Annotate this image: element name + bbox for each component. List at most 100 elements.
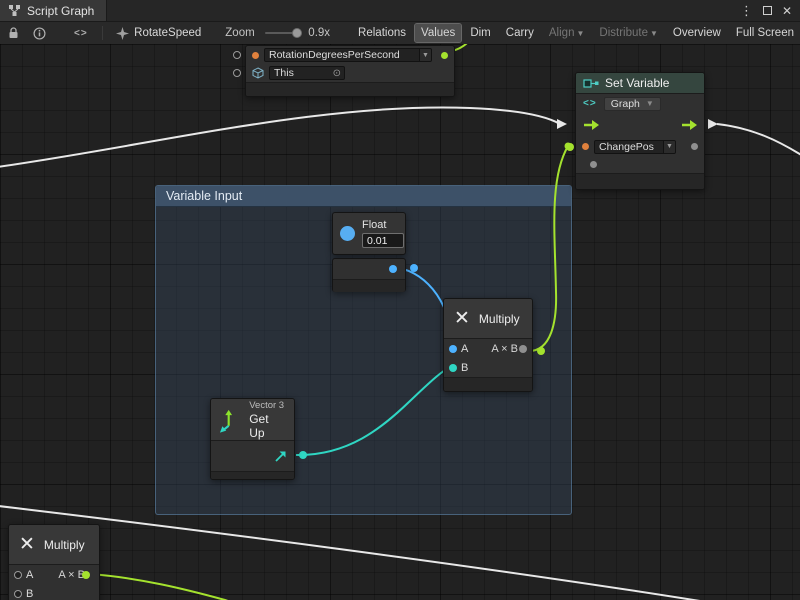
flow-in-arrow-icon[interactable] (583, 119, 599, 131)
float-value-input[interactable]: 0.01 (362, 233, 404, 248)
input-port-a[interactable] (449, 345, 457, 353)
tab-title: Script Graph (27, 4, 94, 18)
node-footer (246, 82, 454, 96)
port-b-label: B (26, 588, 33, 600)
zoom-slider[interactable] (265, 32, 301, 34)
target-object-field[interactable]: This ⊙ (269, 66, 345, 80)
group-header[interactable]: Variable Input (156, 186, 571, 207)
input-port[interactable] (590, 161, 597, 168)
node-row-extra-port (576, 156, 704, 173)
node-row-target: This ⊙ (246, 64, 454, 82)
input-port[interactable] (233, 51, 241, 59)
float-node-title: Float (362, 219, 386, 231)
toolbar-button-carry[interactable]: Carry (500, 24, 540, 42)
multiply-icon: ✕ (19, 535, 35, 554)
input-port-b[interactable] (449, 364, 457, 372)
flow-out-arrow-icon[interactable] (681, 119, 697, 131)
float-port-row (333, 259, 405, 279)
set-variable-header[interactable]: Set Variable (576, 73, 704, 94)
node-footer (444, 377, 532, 391)
node-row-b: B (9, 584, 99, 600)
scope-dropdown[interactable]: Graph ▼ (604, 97, 661, 111)
float-type-icon (340, 226, 355, 241)
dropdown-caret-icon: ▼ (663, 141, 675, 153)
multiply-header[interactable]: ✕ Multiply (9, 525, 99, 565)
multiply-title: Multiply (479, 312, 520, 326)
port-a-label: A (461, 343, 468, 355)
multiply-node-bottom[interactable]: ✕ Multiply A A × B B (8, 524, 100, 600)
tab-script-graph[interactable]: Script Graph (0, 0, 107, 21)
multiply-title: Multiply (44, 538, 85, 552)
vector3-output-icon[interactable] (274, 450, 287, 463)
graph-toolbar: <> RotateSpeed Zoom 0.9x Relations Value… (0, 22, 800, 45)
flow-wire-bottom (0, 505, 755, 600)
toolbar-button-values[interactable]: Values (415, 24, 461, 42)
get-up-type-label: Vector 3 (249, 400, 286, 411)
toolbar-button-fullscreen[interactable]: Full Screen (730, 24, 800, 42)
variable-dropdown[interactable]: ChangePos ▼ (594, 140, 676, 154)
titlebar-spacer (107, 0, 740, 21)
node-footer (576, 173, 704, 189)
get-up-node[interactable]: Vector 3 Get Up (210, 398, 295, 480)
window-menu-icon[interactable]: ⋮ (740, 4, 753, 17)
zoom-slider-handle[interactable] (292, 28, 302, 38)
graph-scope-icon: <> (583, 98, 597, 109)
float-node[interactable]: Float 0.01 (332, 212, 406, 255)
flow-wire-arrowhead (708, 119, 718, 129)
toolbar-button-align[interactable]: Align▼ (543, 24, 591, 42)
input-port-b[interactable] (14, 590, 22, 598)
vector3-axes-icon (219, 407, 242, 433)
variable-icon (583, 77, 599, 89)
rotation-variable-node[interactable]: RotationDegreesPerSecond ▼ This ⊙ (245, 45, 455, 97)
input-port[interactable] (233, 69, 241, 77)
get-up-port-row (211, 441, 294, 471)
node-row-a: A A × B (444, 339, 532, 358)
edit-graph-icon[interactable]: <> (74, 28, 88, 39)
gameobject-cube-icon (252, 67, 264, 79)
float-output-port[interactable] (389, 265, 397, 273)
variable-dropdown[interactable]: RotationDegreesPerSecond ▼ (264, 48, 432, 62)
flow-wire-into-set-variable (0, 107, 560, 168)
node-row-b: B (444, 358, 532, 377)
multiply-icon: ✕ (454, 309, 470, 328)
graph-canvas[interactable]: Variable Input (0, 44, 800, 600)
maximize-icon[interactable] (763, 6, 772, 15)
node-row-a: A A × B (9, 565, 99, 584)
info-icon[interactable] (33, 27, 46, 40)
get-up-header[interactable]: Vector 3 Get Up (211, 399, 294, 441)
graph-pointer-label[interactable]: RotateSpeed (134, 27, 201, 39)
toolbar-button-relations[interactable]: Relations (352, 24, 412, 42)
value-wire-bottom-multiply-output (91, 574, 258, 600)
lock-icon[interactable] (8, 27, 19, 39)
toolbar-button-dim[interactable]: Dim (464, 24, 496, 42)
node-row-variable: RotationDegreesPerSecond ▼ (246, 46, 454, 64)
dropdown-caret-icon: ▼ (646, 99, 654, 108)
group-title: Variable Input (166, 189, 242, 203)
value-input-port-connected[interactable] (566, 143, 574, 151)
dropdown-caret-icon: ▼ (650, 29, 658, 38)
title-bar: Script Graph ⋮ ✕ (0, 0, 800, 22)
object-picker-icon[interactable]: ⊙ (333, 68, 344, 79)
input-port-a[interactable] (14, 571, 22, 579)
set-variable-title: Set Variable (605, 76, 669, 90)
output-port[interactable] (519, 345, 527, 353)
get-up-title: Get Up (249, 412, 286, 440)
multiply-header[interactable]: ✕ Multiply (444, 299, 532, 339)
close-icon[interactable]: ✕ (782, 5, 792, 17)
toolbar-button-distribute[interactable]: Distribute▼ (593, 24, 664, 42)
set-variable-node[interactable]: Set Variable <> Graph ▼ (575, 72, 705, 190)
unity-visual-scripting-window: Script Graph ⋮ ✕ <> RotateSpeed Zoom 0.9… (0, 0, 800, 600)
output-label: A × B (491, 343, 518, 355)
toolbar-button-overview[interactable]: Overview (667, 24, 727, 42)
port-b-label: B (461, 362, 468, 374)
output-port[interactable] (691, 143, 698, 150)
float-type-port-icon (252, 52, 259, 59)
float-node-body[interactable] (332, 258, 406, 292)
flow-wire-arrowhead (557, 119, 567, 129)
multiply-node[interactable]: ✕ Multiply A A × B B (443, 298, 533, 392)
node-footer (211, 471, 294, 479)
output-port-connected[interactable] (82, 571, 90, 579)
output-port-connected[interactable] (441, 52, 448, 59)
node-footer (333, 279, 405, 292)
port-a-label: A (26, 569, 33, 581)
